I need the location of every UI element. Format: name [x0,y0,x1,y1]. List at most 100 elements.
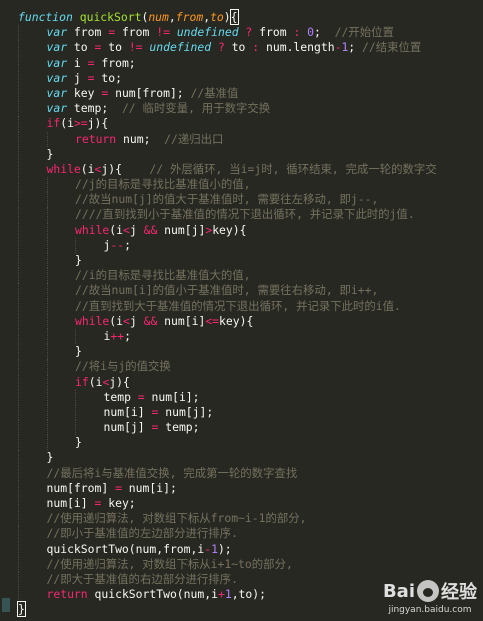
code-line[interactable]: //直到找到大于基准值的情况下退出循环, 并记录下此时的i值. [6,298,483,314]
code-token-pink: -- [110,237,125,252]
code-line-content: } [6,147,54,161]
code-token-plain: from [252,25,294,40]
code-token-plain: num[j] [103,420,152,435]
code-token-cm: //i的目标是寻找比基准值大的值, [75,268,251,283]
indent-guide [18,541,19,557]
code-line[interactable]: while(i<j){ // 外层循环, 当i=j时, 循环结束, 完成一轮的数… [6,161,483,178]
code-token-cm: //递归出口 [164,131,224,146]
code-token-kw: var [46,101,68,116]
code-line[interactable]: //j的目标是寻找比基准值小的值, [6,177,483,193]
code-token-pink: if [75,374,89,389]
code-line[interactable]: var i = from; [6,55,483,71]
code-token-plain: key){ [219,313,254,328]
code-token-plain: quickSortTwo(num,from,i [46,541,205,556]
code-line[interactable]: return num; //递归出口 [6,131,483,147]
code-token-cm: // 外层循环, 当i=j时, 循环结束, 完成一轮的数字交 [149,161,437,176]
code-line[interactable]: //最后将i与基准值交换, 完成第一轮的数字查找 [6,465,483,481]
code-token-cm: //直到找到大于基准值的情况下退出循环, 并记录下此时的i值. [75,298,401,313]
code-line[interactable]: num[j] = temp; [6,420,483,436]
indent-guide [18,268,19,284]
code-line[interactable]: quickSortTwo(num,from,i-1); [6,541,483,557]
code-line[interactable]: while(i<j && num[j]>key){ [6,222,483,238]
code-line-content: var key = num[from]; //基准值 [6,85,239,100]
code-line-content: while(i<j){ // 外层循环, 当i=j时, 循环结束, 完成一轮的数… [6,162,437,176]
code-line[interactable]: //故当num[j]的值大于基准值时, 需要往左移动, 即j--, [6,192,483,208]
indent-guide [18,344,19,360]
code-token-plain: to [101,40,129,55]
code-token-cm: //即大于基准值的右边部分进行排序. [46,571,238,586]
code-line[interactable]: j--; [6,237,483,253]
code-token-brace: } [17,601,26,618]
code-token-plain: } [46,450,54,465]
code-line-content: //最后将i与基准值交换, 完成第一轮的数字查找 [6,466,298,480]
code-line[interactable]: while(i<j && num[i]<=key){ [6,313,483,329]
code-token-plain: } [75,344,82,359]
code-token-kw: var [46,40,68,55]
code-line[interactable]: var from = from != undefined ? from : 0;… [6,25,483,41]
code-line[interactable]: num[i] = num[j]; [6,404,483,421]
code-line-content: } [6,450,54,465]
code-token-plain: num[i] [157,313,206,328]
code-token-pink: = [87,70,95,85]
code-line[interactable]: function quickSort(num,from,to){ [6,9,483,25]
code-line[interactable]: } [6,344,483,360]
code-line[interactable]: var key = num[from]; //基准值 [6,85,483,102]
code-token-plain: i [67,55,88,70]
code-token-plain: from [115,25,157,40]
code-line[interactable]: ////直到找到小于基准值的情况下退出循环, 并记录下此时的j值. [6,207,483,223]
indent-guide [46,344,48,360]
code-line[interactable]: //即小于基准值的左边部分进行排序. [6,526,483,542]
code-token-plain: num[j] [157,222,206,237]
code-token-kw: var [46,85,68,100]
code-line-content: //故当num[j]的值大于基准值时, 需要往左移动, 即j--, [6,192,378,206]
code-line[interactable]: num[from] = num[i]; [6,480,483,496]
code-line[interactable]: //将i与j的值交换 [6,359,483,375]
code-token-pink: ? [217,40,225,55]
indent-guide [18,328,19,345]
code-line[interactable]: //i的目标是寻找比基准值大的值, [6,268,483,284]
code-token-plain: j [67,70,88,85]
code-line[interactable]: //故当num[i]的值小于基准值时, 需要往右移动, 即i++, [6,283,483,299]
code-token-plain: temp [103,389,138,404]
indent-guide [46,389,48,405]
code-token-plain: , [168,10,176,24]
code-line[interactable]: } [6,435,483,451]
code-token-pink: while [75,222,110,237]
indent-guide [18,85,19,102]
code-token-cm: //故当num[j]的值大于基准值时, 需要往左移动, 即j--, [75,192,379,207]
indent-guide [18,420,19,436]
code-token-brace: { [229,9,239,25]
code-token-plain: ); [217,541,232,556]
code-lines[interactable]: function quickSort(num,from,to){var from… [6,9,483,618]
indent-guide [18,161,19,178]
code-line[interactable]: var j = to; [6,70,483,86]
code-token-plain: num[from]; [108,85,191,100]
code-token-plain: num[i] [46,496,95,510]
code-line[interactable]: temp = num[i]; [6,389,483,405]
code-line[interactable]: //使用递归算法, 对数组下标从i+1~to的部分, [6,556,483,572]
code-token-plain: key){ [212,222,247,237]
code-token-fn: quickSort [79,10,142,24]
code-line[interactable]: num[i] = key; [6,496,483,512]
code-line[interactable]: } [6,253,483,269]
code-line[interactable]: var temp; // 临时变量, 用于数字交换 [6,101,483,117]
code-line[interactable]: } [6,146,483,162]
code-editor[interactable]: function quickSort(num,from,to){var from… [0,0,483,621]
code-token-cm: ////直到找到小于基准值的情况下退出循环, 并记录下此时的j值. [75,207,415,222]
code-line[interactable]: var to = to != undefined ? to : num.leng… [6,40,483,56]
code-line[interactable]: } [6,450,483,466]
code-line-content: quickSortTwo(num,from,i-1); [6,542,232,556]
indent-guide [46,298,48,314]
code-line-content: //j的目标是寻找比基准值小的值, [6,177,251,191]
code-token-plain: (i [109,222,124,237]
indent-guide [18,192,19,208]
code-line[interactable]: if(i<j){ [6,374,483,390]
code-token-plain: j [129,313,144,328]
code-token-plain: ) [223,10,231,24]
code-line[interactable]: if(i>=j){ [6,116,483,132]
indent-guide [46,207,48,223]
code-line[interactable]: //使用递归算法, 对数组下标从from~i-1的部分, [6,511,483,527]
code-line[interactable]: i++; [6,328,483,345]
code-token-plain: j){ [109,374,130,389]
